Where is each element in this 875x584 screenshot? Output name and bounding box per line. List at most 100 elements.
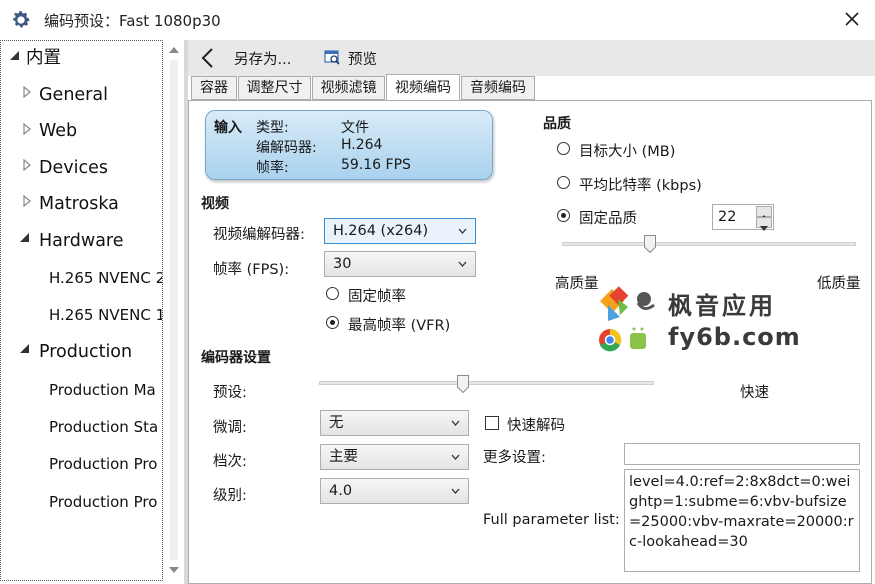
quality-slider-track[interactable]: [562, 242, 856, 246]
input-fps-label: 帧率:: [256, 160, 289, 176]
fast-decode-checkbox[interactable]: [485, 416, 499, 430]
constant-quality-label: 固定品质: [579, 211, 637, 227]
preset-tree[interactable]: 内置 General Web Devices Matroska Hardware…: [0, 40, 163, 581]
quality-slider-thumb[interactable]: [644, 235, 657, 253]
video-codec-label: 视频编解码器:: [213, 227, 305, 243]
chevron-down-icon: [760, 226, 768, 231]
cfr-label: 固定帧率: [348, 289, 406, 305]
watermark-text-url: fy6b.com: [668, 323, 801, 351]
toolbar: 另存为... 预览: [188, 40, 875, 76]
tree-item-matroska[interactable]: Matroska: [39, 189, 119, 219]
scroll-up-icon[interactable]: [169, 46, 179, 54]
more-settings-input[interactable]: [624, 443, 860, 465]
more-settings-label: 更多设置:: [483, 450, 546, 466]
chevron-down-icon: [451, 454, 460, 460]
tree-item-h265-nvenc-2[interactable]: H.265 NVENC 2: [49, 263, 162, 293]
tune-label: 微调:: [213, 420, 247, 436]
input-type-label: 类型:: [256, 120, 289, 136]
input-codec-label: 编解码器:: [256, 140, 317, 156]
watermark-text-cn: 枫音应用: [668, 292, 776, 320]
video-heading: 视频: [201, 196, 229, 212]
tree-item-production-4[interactable]: Production Pro: [49, 487, 157, 517]
window-title: 编码预设：Fast 1080p30: [44, 12, 221, 30]
constant-quality-radio[interactable]: [557, 209, 570, 222]
tab-dimensions[interactable]: 调整尺寸: [238, 76, 311, 100]
avg-bitrate-radio[interactable]: [557, 176, 570, 189]
tab-audio-encoding[interactable]: 音频编码: [461, 76, 535, 100]
high-quality-label: 高质量: [555, 276, 599, 292]
preview-button[interactable]: 预览: [348, 48, 377, 69]
level-label: 级别:: [213, 488, 247, 504]
level-value: 4.0: [329, 483, 353, 499]
encoder-settings-heading: 编码器设置: [201, 350, 271, 366]
tree-item-hardware[interactable]: Hardware: [39, 226, 124, 256]
collapsed-arrow-icon[interactable]: [23, 86, 33, 98]
input-codec-value: H.264: [341, 137, 383, 153]
tree-item-production-1[interactable]: Production Ma: [49, 375, 156, 405]
chevron-down-icon: [451, 488, 460, 494]
tree-scrollbar[interactable]: [165, 40, 183, 581]
tree-item-devices[interactable]: Devices: [39, 153, 108, 183]
close-icon[interactable]: [841, 8, 863, 30]
tab-bar: 容器 调整尺寸 视频滤镜 视频编码 音频编码: [188, 74, 875, 100]
collapsed-arrow-icon[interactable]: [23, 123, 33, 135]
tree-item-general[interactable]: General: [39, 80, 108, 110]
fast-decode-label: 快速解码: [507, 418, 565, 434]
title-bar: 编码预设：Fast 1080p30: [0, 0, 875, 40]
preset-label: 预设:: [213, 385, 247, 401]
rf-value: 22: [718, 209, 737, 225]
gear-icon: [13, 11, 30, 28]
tab-video-filters[interactable]: 视频滤镜: [312, 76, 385, 100]
profile-value: 主要: [329, 449, 358, 465]
collapsed-arrow-icon[interactable]: [23, 195, 33, 207]
tree-item-production[interactable]: Production: [39, 337, 132, 367]
pfr-label: 最高帧率 (VFR): [348, 318, 451, 334]
pfr-radio[interactable]: [326, 316, 339, 329]
tree-item-production-2[interactable]: Production Sta: [49, 412, 158, 442]
spin-up-button[interactable]: [756, 206, 772, 220]
expanded-arrow-icon[interactable]: [20, 232, 30, 244]
chevron-down-icon: [451, 420, 460, 426]
level-select[interactable]: 4.0: [320, 478, 469, 504]
expanded-arrow-icon[interactable]: [10, 50, 20, 62]
tab-video-encoding[interactable]: 视频编码: [386, 74, 460, 100]
tune-select[interactable]: 无: [320, 410, 469, 436]
avg-bitrate-label: 平均比特率 (kbps): [579, 178, 702, 194]
tune-value: 无: [329, 415, 344, 431]
input-fps-value: 59.16 FPS: [341, 157, 411, 173]
profile-select[interactable]: 主要: [320, 444, 469, 470]
scrollbar-track[interactable]: [170, 60, 178, 560]
quality-heading: 品质: [543, 116, 571, 132]
video-codec-value: H.264 (x264): [333, 223, 429, 239]
chevron-down-icon: [458, 261, 467, 267]
tab-container[interactable]: 容器: [191, 76, 237, 100]
input-type-value: 文件: [341, 120, 369, 136]
target-size-radio[interactable]: [557, 142, 570, 155]
tree-item-production-3[interactable]: Production Pro: [49, 449, 157, 479]
video-codec-select[interactable]: H.264 (x264): [324, 218, 476, 244]
preset-slider-thumb[interactable]: [457, 375, 470, 393]
rf-spinbox[interactable]: 22: [712, 204, 774, 231]
preset-value-label: 快速: [740, 385, 769, 401]
cfr-radio[interactable]: [326, 287, 339, 300]
expanded-arrow-icon[interactable]: [20, 343, 30, 355]
low-quality-label: 低质量: [817, 276, 861, 292]
fps-select[interactable]: 30: [324, 251, 476, 277]
profile-label: 档次:: [213, 454, 247, 470]
tree-item-h265-nvenc-1[interactable]: H.265 NVENC 1: [49, 300, 162, 330]
back-arrow-icon[interactable]: [198, 46, 218, 70]
full-parameter-list-text[interactable]: level=4.0:ref=2:8x8dct=0:weightp=1:subme…: [624, 469, 860, 572]
scroll-down-icon[interactable]: [169, 566, 179, 574]
save-as-button[interactable]: 另存为...: [234, 48, 291, 69]
tree-item-web[interactable]: Web: [39, 116, 77, 146]
spin-down-button[interactable]: [756, 217, 772, 231]
full-parameter-list-label: Full parameter list:: [483, 512, 620, 528]
chevron-down-icon: [458, 228, 467, 234]
input-heading: 输入: [214, 120, 242, 136]
preview-icon[interactable]: [324, 49, 340, 65]
preset-slider-track[interactable]: [319, 381, 654, 385]
target-size-label: 目标大小 (MB): [579, 144, 676, 160]
tree-root-builtin[interactable]: 内置: [26, 43, 61, 73]
input-info-box: 输入 类型: 文件 编解码器: H.264 帧率: 59.16 FPS: [205, 110, 493, 180]
collapsed-arrow-icon[interactable]: [23, 159, 33, 171]
